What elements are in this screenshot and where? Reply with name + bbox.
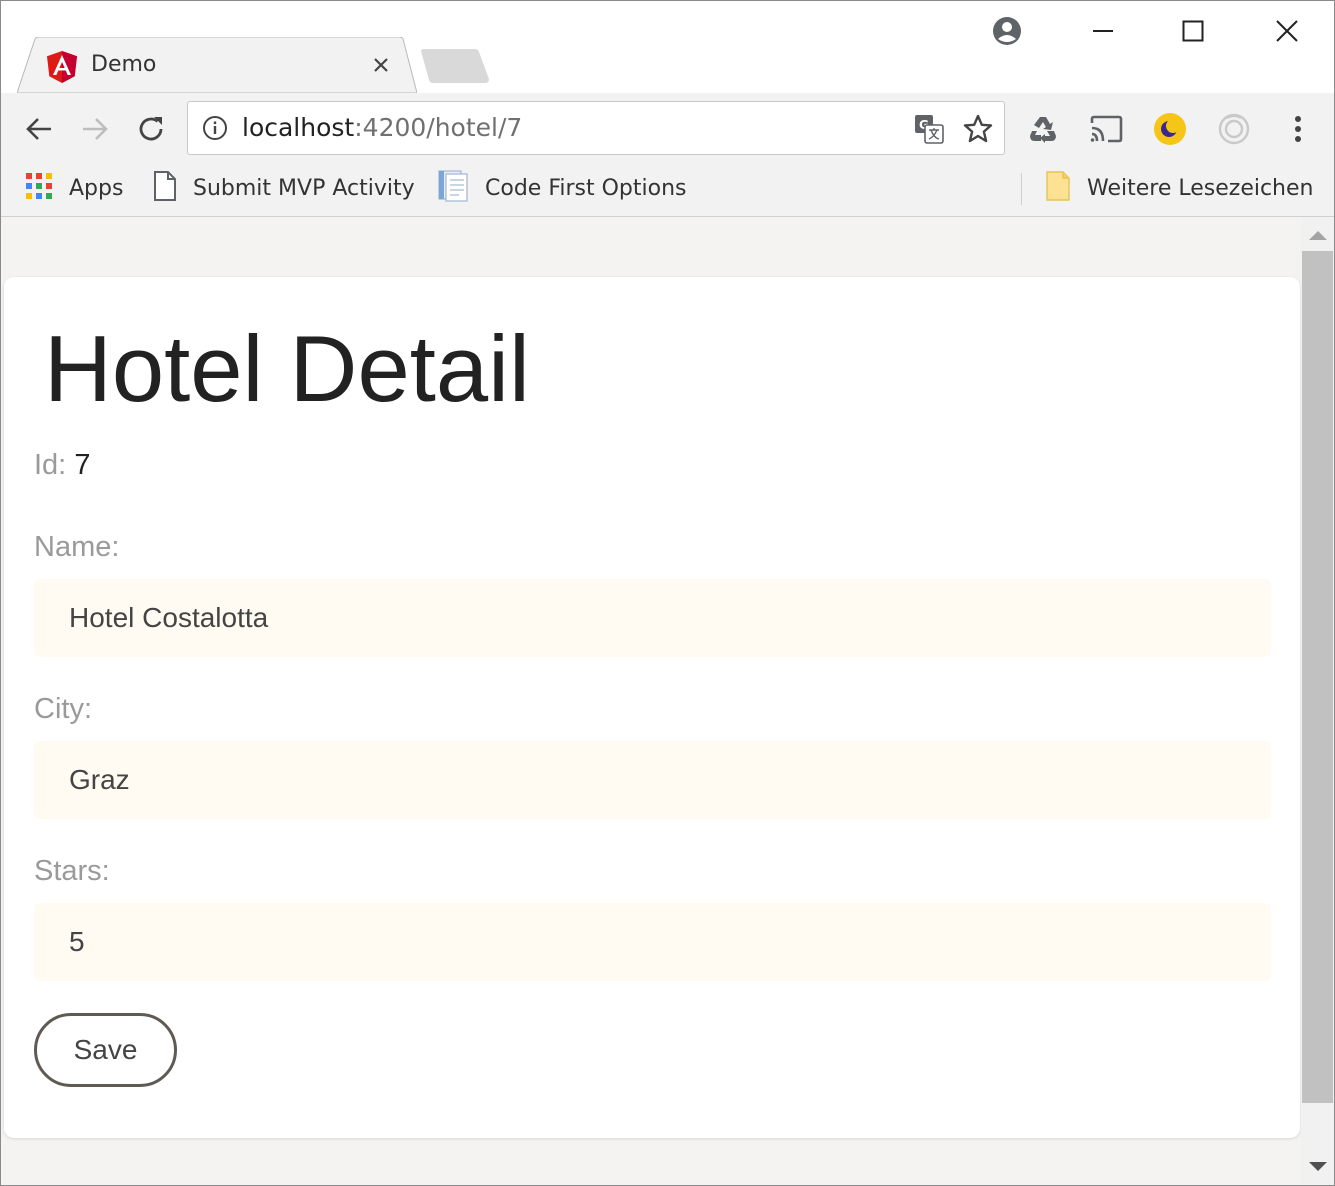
- save-button[interactable]: Save: [34, 1013, 177, 1087]
- browser-toolbar: localhost:4200/hotel/7 G: [1, 93, 1334, 165]
- reload-icon[interactable]: [133, 111, 169, 147]
- scroll-down-arrow-icon[interactable]: [1301, 1151, 1334, 1183]
- apps-grid-icon: [25, 172, 53, 205]
- cast-icon[interactable]: [1088, 111, 1124, 147]
- translate-icon[interactable]: G: [914, 114, 944, 144]
- bookmark-label: Apps: [69, 175, 124, 201]
- id-line: Id: 7: [34, 449, 90, 482]
- bookmark-folder-weitere-lesezeichen[interactable]: Weitere Lesezeichen: [1045, 170, 1314, 206]
- name-input[interactable]: [34, 579, 1271, 657]
- stars-label: Stars:: [34, 855, 110, 887]
- id-label: Id:: [34, 449, 67, 481]
- url-host: localhost: [242, 113, 355, 142]
- id-value: 7: [74, 449, 91, 481]
- bookmark-star-icon[interactable]: [962, 113, 994, 145]
- city-input[interactable]: [34, 741, 1271, 819]
- page-title: Hotel Detail: [44, 316, 530, 421]
- scroll-up-arrow-icon[interactable]: [1301, 219, 1334, 251]
- folder-icon: [1045, 170, 1071, 206]
- name-label: Name:: [34, 531, 120, 563]
- profile-icon[interactable]: [987, 11, 1027, 51]
- night-mode-icon[interactable]: [1152, 111, 1188, 147]
- bookmark-code-first-options[interactable]: Code First Options: [437, 169, 687, 207]
- recycle-icon[interactable]: [1025, 111, 1061, 147]
- browser-window: Demo localhost:4200/hotel/7 G Apps Submi…: [0, 0, 1335, 1186]
- tab-background: [17, 37, 417, 93]
- address-bar[interactable]: localhost:4200/hotel/7 G: [187, 101, 1005, 155]
- document-icon: [437, 169, 469, 207]
- angular-logo-icon: [47, 51, 77, 83]
- minimize-icon[interactable]: [1083, 11, 1123, 51]
- info-icon[interactable]: [202, 115, 228, 141]
- forward-icon[interactable]: [77, 111, 113, 147]
- scrollbar-thumb[interactable]: [1302, 251, 1333, 1103]
- address-url: localhost:4200/hotel/7: [242, 113, 522, 142]
- close-window-icon[interactable]: [1267, 11, 1307, 51]
- url-path: :4200/hotel/7: [354, 113, 523, 142]
- maximize-icon[interactable]: [1173, 11, 1213, 51]
- close-tab-icon[interactable]: [369, 53, 393, 77]
- city-label: City:: [34, 693, 92, 725]
- menu-dots-icon[interactable]: [1280, 111, 1316, 147]
- new-tab-button[interactable]: [419, 49, 491, 83]
- bookmark-label: Submit MVP Activity: [193, 175, 415, 201]
- bookmark-label: Code First Options: [485, 175, 687, 201]
- tab-strip: Demo: [1, 1, 1334, 93]
- tab-title: Demo: [91, 52, 157, 77]
- vertical-scrollbar[interactable]: [1301, 217, 1334, 1185]
- hotel-detail-card: Hotel Detail Id: 7 Name: City: Stars: Sa…: [4, 277, 1300, 1138]
- bookmarks-bar: Apps Submit MVP Activity Code First Opti…: [1, 165, 1334, 217]
- record-icon[interactable]: [1216, 111, 1252, 147]
- page-icon: [153, 170, 177, 206]
- bookmarks-separator: [1021, 173, 1022, 205]
- stars-input[interactable]: [34, 903, 1271, 981]
- back-icon[interactable]: [21, 111, 57, 147]
- bookmark-submit-mvp-activity[interactable]: Submit MVP Activity: [153, 170, 415, 206]
- bookmark-label: Weitere Lesezeichen: [1087, 175, 1314, 201]
- page-viewport: Hotel Detail Id: 7 Name: City: Stars: Sa…: [1, 217, 1301, 1185]
- bookmark-apps[interactable]: Apps: [25, 171, 123, 205]
- browser-tab[interactable]: Demo: [17, 37, 417, 93]
